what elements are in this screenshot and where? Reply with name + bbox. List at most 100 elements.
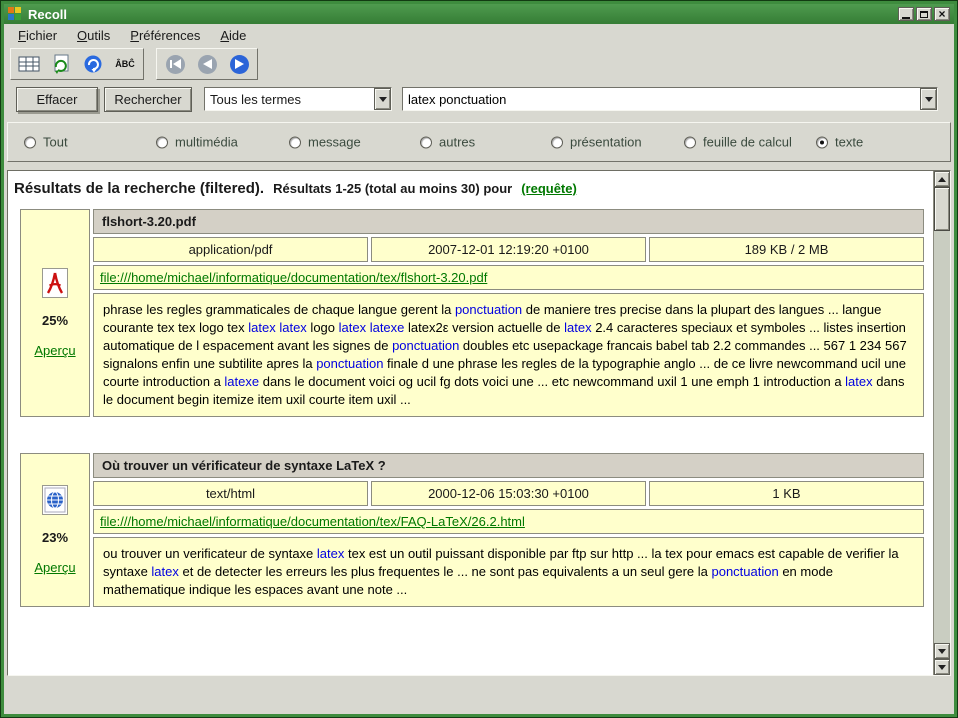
filter-tout[interactable]: Tout bbox=[24, 135, 68, 150]
query-history-chevron-icon[interactable] bbox=[920, 88, 937, 110]
down-triangle-icon bbox=[938, 649, 946, 654]
filter-label: message bbox=[308, 135, 361, 150]
scroll-down-button-outer[interactable] bbox=[934, 659, 950, 675]
toolbar: ÂBĈ bbox=[4, 47, 954, 81]
radio-icon[interactable] bbox=[551, 136, 563, 148]
chevron-down-icon[interactable] bbox=[374, 88, 391, 110]
result-meta-row: text/html 2000-12-06 15:03:30 +0100 1 KB bbox=[93, 481, 924, 506]
filter-feuille-de-calcul[interactable]: feuille de calcul bbox=[684, 135, 792, 150]
result-side-panel: 23% Aperçu bbox=[20, 453, 90, 607]
clear-button[interactable]: Effacer bbox=[16, 87, 98, 112]
window-controls: × bbox=[898, 7, 950, 21]
filter-label: autres bbox=[439, 135, 475, 150]
down-triangle-icon bbox=[379, 97, 387, 102]
result-detail: flshort-3.20.pdf application/pdf 2007-12… bbox=[93, 209, 924, 417]
results-header: Résultats de la recherche (filtered). Ré… bbox=[8, 171, 933, 205]
maximize-button[interactable] bbox=[916, 7, 932, 21]
first-page-button[interactable] bbox=[161, 51, 189, 77]
app-window: Recoll × Fichier Outils Préférences Aide bbox=[0, 0, 958, 718]
filter-label: Tout bbox=[43, 135, 68, 150]
filter-message[interactable]: message bbox=[289, 135, 361, 150]
menu-outils[interactable]: Outils bbox=[73, 26, 114, 45]
first-page-icon bbox=[166, 55, 185, 74]
sort-parameters-button[interactable] bbox=[79, 51, 107, 77]
menu-bar: Fichier Outils Préférences Aide bbox=[4, 24, 954, 47]
search-mode-select[interactable]: Tous les termes bbox=[204, 87, 392, 111]
relevance-percent: 23% bbox=[42, 530, 68, 545]
down-triangle-icon bbox=[925, 97, 933, 102]
term-explorer-button[interactable]: ÂBĈ bbox=[111, 51, 139, 77]
result-entry: 23% Aperçu Où trouver un vérificateur de… bbox=[20, 453, 924, 607]
scroll-down-button[interactable] bbox=[934, 643, 950, 659]
html-document-icon bbox=[42, 485, 68, 515]
result-size: 189 KB / 2 MB bbox=[649, 237, 924, 262]
result-mime: text/html bbox=[93, 481, 368, 506]
filter-texte[interactable]: texte bbox=[816, 135, 863, 150]
minimize-button[interactable] bbox=[898, 7, 914, 21]
next-page-icon bbox=[230, 55, 249, 74]
results-title: Résultats de la recherche (filtered). bbox=[14, 180, 264, 197]
refresh-index-button[interactable] bbox=[47, 51, 75, 77]
menu-preferences[interactable]: Préférences bbox=[126, 26, 204, 45]
search-bar: Effacer Rechercher Tous les termes bbox=[4, 84, 954, 114]
radio-icon[interactable] bbox=[156, 136, 168, 148]
scroll-up-button[interactable] bbox=[934, 171, 950, 187]
toolbar-group-actions: ÂBĈ bbox=[10, 48, 144, 80]
radio-icon[interactable] bbox=[816, 136, 828, 148]
filter-multimedia[interactable]: multimédia bbox=[156, 135, 238, 150]
window-title: Recoll bbox=[28, 7, 67, 22]
relevance-percent: 25% bbox=[42, 313, 68, 328]
menu-aide[interactable]: Aide bbox=[216, 26, 250, 45]
result-entry: 25% Aperçu flshort-3.20.pdf application/… bbox=[20, 209, 924, 417]
query-input[interactable] bbox=[403, 92, 920, 107]
preview-link[interactable]: Aperçu bbox=[34, 343, 75, 358]
scrollbar-thumb[interactable] bbox=[934, 187, 950, 231]
result-title: Où trouver un vérificateur de syntaxe La… bbox=[93, 453, 924, 478]
close-icon: × bbox=[938, 9, 945, 19]
result-mime: application/pdf bbox=[93, 237, 368, 262]
filter-label: feuille de calcul bbox=[703, 135, 792, 150]
down-triangle-icon bbox=[938, 665, 946, 670]
maximize-icon bbox=[920, 11, 928, 18]
app-icon bbox=[8, 7, 22, 21]
result-title: flshort-3.20.pdf bbox=[93, 209, 924, 234]
minimize-icon bbox=[902, 17, 910, 19]
search-button[interactable]: Rechercher bbox=[104, 87, 192, 112]
result-size: 1 KB bbox=[649, 481, 924, 506]
filter-autres[interactable]: autres bbox=[420, 135, 475, 150]
table-view-button[interactable] bbox=[15, 51, 43, 77]
result-url-link[interactable]: file:///home/michael/informatique/docume… bbox=[100, 270, 487, 285]
result-snippet: ou trouver un verificateur de syntaxe la… bbox=[93, 537, 924, 607]
results-pane: Résultats de la recherche (filtered). Ré… bbox=[7, 170, 951, 676]
pdf-icon bbox=[42, 268, 68, 298]
next-page-button[interactable] bbox=[225, 51, 253, 77]
result-date: 2007-12-01 12:19:20 +0100 bbox=[371, 237, 646, 262]
up-triangle-icon bbox=[938, 177, 946, 182]
previous-page-button[interactable] bbox=[193, 51, 221, 77]
preview-link[interactable]: Aperçu bbox=[34, 560, 75, 575]
radio-icon[interactable] bbox=[684, 136, 696, 148]
menu-fichier[interactable]: Fichier bbox=[14, 26, 61, 45]
filetype-filter-bar: Tout multimédia message autres présentat… bbox=[7, 122, 951, 162]
results-scrollbar[interactable] bbox=[933, 171, 950, 675]
radio-icon[interactable] bbox=[24, 136, 36, 148]
previous-page-icon bbox=[198, 55, 217, 74]
search-mode-value: Tous les termes bbox=[205, 92, 374, 107]
result-url-row: file:///home/michael/informatique/docume… bbox=[93, 265, 924, 290]
blue-arrow-icon bbox=[83, 54, 103, 74]
result-url-link[interactable]: file:///home/michael/informatique/docume… bbox=[100, 514, 525, 529]
term-explorer-icon: ÂBĈ bbox=[115, 59, 135, 69]
close-button[interactable]: × bbox=[934, 7, 950, 21]
result-meta-row: application/pdf 2007-12-01 12:19:20 +010… bbox=[93, 237, 924, 262]
filter-label: présentation bbox=[570, 135, 642, 150]
results-summary: Résultats 1-25 (total au moins 30) pour bbox=[273, 181, 512, 196]
title-bar[interactable]: Recoll × bbox=[4, 4, 954, 24]
radio-icon[interactable] bbox=[289, 136, 301, 148]
query-link[interactable]: (requête) bbox=[521, 181, 577, 196]
scrollbar-track[interactable] bbox=[934, 231, 950, 643]
client-area: Fichier Outils Préférences Aide bbox=[4, 24, 954, 714]
query-combo[interactable] bbox=[402, 87, 938, 111]
radio-icon[interactable] bbox=[420, 136, 432, 148]
filter-presentation[interactable]: présentation bbox=[551, 135, 642, 150]
filter-label: multimédia bbox=[175, 135, 238, 150]
